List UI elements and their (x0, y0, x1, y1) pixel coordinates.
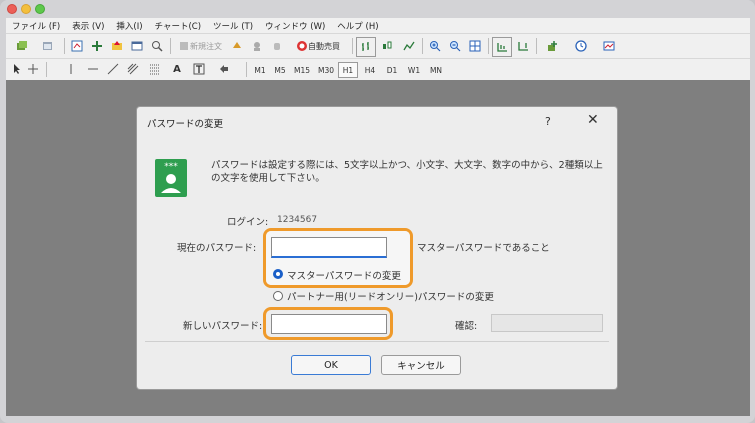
menu-file[interactable]: ファイル (F) (6, 20, 66, 32)
line-studies-toolbar: A M1 M5 M15 M30 H1 H4 D1 W1 MN (6, 58, 750, 80)
confirm-label: 確認: (455, 321, 478, 332)
new-password-input[interactable] (271, 314, 387, 334)
zoom-window-button[interactable] (35, 4, 45, 14)
menu-insert[interactable]: 挿入(I) (110, 20, 148, 32)
confirm-password-input[interactable] (491, 314, 603, 332)
separator (422, 38, 423, 54)
window: ファイル (F) 表示 (V) 挿入(I) チャート(C) ツール (T) ウィ… (0, 0, 755, 423)
menu-tools[interactable]: ツール (T) (207, 20, 259, 32)
market-watch-icon[interactable] (68, 37, 86, 55)
new-order-label: 新規注文 (190, 41, 222, 51)
line-chart-icon[interactable] (400, 37, 418, 55)
separator (46, 62, 47, 77)
channel-icon[interactable] (126, 60, 140, 78)
auto-trading-label: 自動売買 (308, 41, 340, 51)
text-tool[interactable]: A (170, 60, 184, 78)
auto-scroll-icon[interactable] (492, 37, 512, 57)
separator (246, 62, 247, 77)
ok-button[interactable]: OK (291, 355, 371, 375)
current-password-input[interactable] (271, 237, 387, 258)
timeframe-m15[interactable]: M15 (290, 62, 314, 78)
separator (536, 38, 537, 54)
hand-icon[interactable] (268, 37, 286, 55)
data-window-icon[interactable] (88, 37, 106, 55)
dialog-divider (145, 341, 609, 342)
password-rule-message: パスワードは設定する際には、5文字以上かつ、小文字、大文字、数字の中から、2種類… (211, 160, 603, 184)
menu-window[interactable]: ウィンドウ (W) (259, 20, 331, 32)
menu-help[interactable]: ヘルプ (H) (331, 20, 384, 32)
timeframe-m1[interactable]: M1 (250, 62, 270, 78)
indicators-icon[interactable] (540, 37, 566, 55)
horizontal-line-icon[interactable] (86, 60, 100, 78)
periods-icon[interactable] (568, 37, 594, 55)
timeframe-mn[interactable]: MN (426, 62, 446, 78)
minimize-window-button[interactable] (21, 4, 31, 14)
menu-bar: ファイル (F) 表示 (V) 挿入(I) チャート(C) ツール (T) ウィ… (6, 18, 750, 33)
close-dialog-button[interactable]: ✕ (587, 112, 599, 128)
separator (64, 38, 65, 54)
separator (488, 38, 489, 54)
close-window-button[interactable] (7, 4, 17, 14)
profiles-icon[interactable] (36, 37, 60, 55)
standard-toolbar: 新規注文 自動売買 (6, 33, 750, 58)
current-password-label: 現在のパスワード: (177, 243, 257, 254)
separator (352, 38, 353, 54)
market-icon[interactable] (248, 37, 266, 55)
radio-master-password[interactable] (273, 269, 283, 279)
timeframe-d1[interactable]: D1 (382, 62, 402, 78)
bar-chart-icon[interactable] (356, 37, 376, 57)
user-key-icon: *** (155, 159, 187, 197)
vertical-line-icon[interactable] (64, 60, 78, 78)
zoom-out-icon[interactable] (446, 37, 464, 55)
crosshair-icon[interactable] (26, 60, 40, 78)
separator (170, 38, 171, 54)
master-password-note: マスターパスワードであること (417, 243, 550, 254)
trendline-icon[interactable] (106, 60, 120, 78)
timeframe-h1[interactable]: H1 (338, 62, 358, 78)
templates-icon[interactable] (596, 37, 622, 55)
timeframe-m30[interactable]: M30 (314, 62, 338, 78)
navigator-icon[interactable] (108, 37, 126, 55)
text-label-icon[interactable] (192, 60, 206, 78)
timeframe-w1[interactable]: W1 (404, 62, 424, 78)
menu-chart[interactable]: チャート(C) (149, 20, 207, 32)
new-chart-icon[interactable] (10, 37, 34, 55)
help-button[interactable]: ? (545, 115, 551, 128)
radio-master-label: マスターパスワードの変更 (287, 271, 401, 282)
svg-text:***: *** (164, 162, 178, 172)
fibonacci-icon[interactable] (148, 60, 162, 78)
cancel-button[interactable]: キャンセル (381, 355, 461, 375)
zoom-in-icon[interactable] (426, 37, 444, 55)
menu-view[interactable]: 表示 (V) (66, 20, 110, 32)
strategy-tester-icon[interactable] (148, 37, 166, 55)
login-label: ログイン: (227, 217, 269, 228)
auto-trading-button[interactable]: 自動売買 (288, 37, 348, 55)
candlestick-icon[interactable] (378, 37, 396, 55)
new-password-label: 新しいパスワード: (183, 321, 263, 332)
radio-investor-label: パートナー用(リードオンリー)パスワードの変更 (287, 292, 494, 303)
radio-investor-password[interactable] (273, 291, 283, 301)
signals-icon[interactable] (228, 37, 246, 55)
timeframe-m5[interactable]: M5 (270, 62, 290, 78)
cursor-icon[interactable] (10, 60, 24, 78)
login-value: 1234567 (277, 215, 318, 225)
change-password-dialog: パスワードの変更 ? ✕ *** パスワードは設定する際には、5文字以上かつ、小… (137, 107, 617, 389)
new-order-button[interactable]: 新規注文 (174, 37, 226, 55)
chart-shift-icon[interactable] (514, 37, 532, 55)
terminal-icon[interactable] (128, 37, 146, 55)
timeframe-h4[interactable]: H4 (360, 62, 380, 78)
arrows-icon[interactable] (212, 60, 236, 78)
tile-windows-icon[interactable] (466, 37, 484, 55)
dialog-title: パスワードの変更 (147, 119, 224, 130)
title-bar (0, 0, 755, 18)
